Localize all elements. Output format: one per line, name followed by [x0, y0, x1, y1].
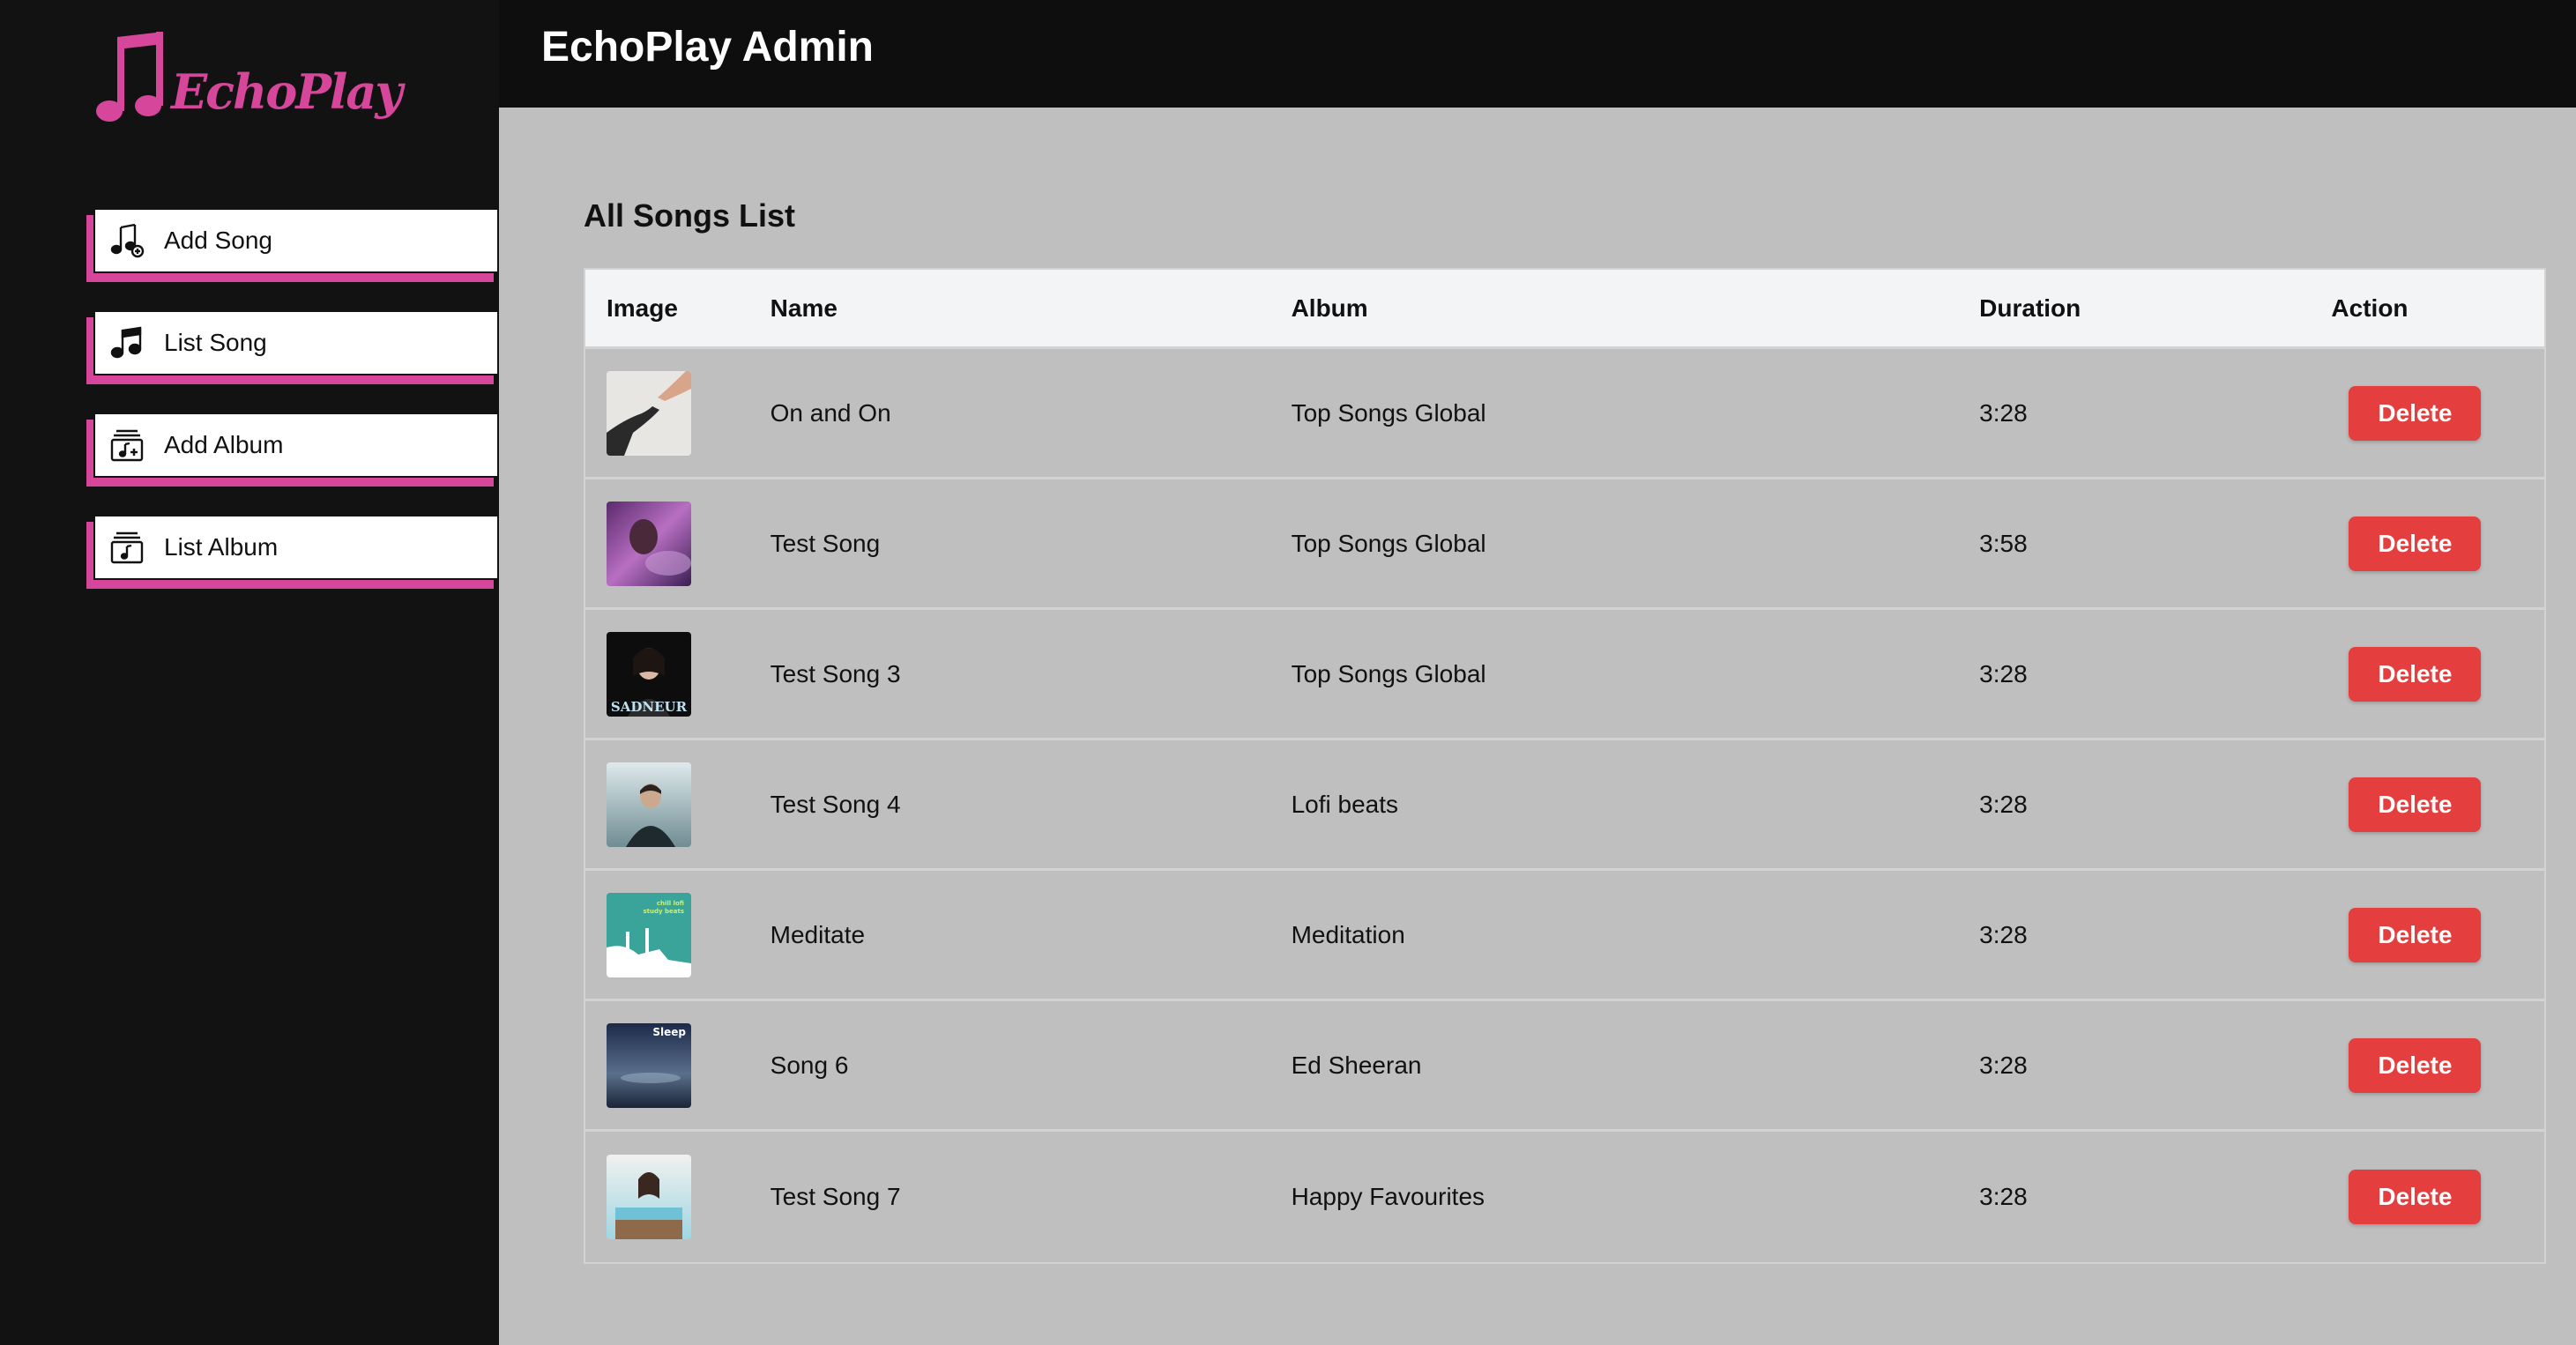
svg-text:study beats: study beats: [643, 908, 684, 915]
table-header: Image Name Album Duration Action: [585, 270, 2544, 349]
song-album: Ed Sheeran: [1291, 1051, 1422, 1079]
column-header-action: Action: [2331, 294, 2408, 322]
page-title: EchoPlay Admin: [541, 24, 874, 71]
song-thumbnail: [607, 501, 691, 586]
song-duration: 3:28: [1979, 920, 2028, 948]
delete-button[interactable]: Delete: [2349, 1170, 2482, 1224]
svg-text:SADNEUR: SADNEUR: [611, 699, 688, 715]
table-row: SADNEUR Test Song 3 Top Songs Global 3:2…: [585, 610, 2544, 740]
table-row: On and On Top Songs Global 3:28 Delete: [585, 349, 2544, 479]
sidebar-nav: Add Song List Song Add Album List Album: [86, 208, 499, 617]
sidebar-item-label: Add Album: [164, 431, 284, 458]
song-thumbnail: chill lofi study beats: [607, 892, 691, 977]
sidebar: EchoPlay Add Song List Song Add Album Li…: [0, 0, 499, 1345]
table-row: Test Song 7 Happy Favourites 3:28 Delete: [585, 1132, 2544, 1262]
logo-text: EchoPlay: [171, 63, 403, 120]
top-bar: EchoPlay Admin: [499, 0, 2576, 108]
sidebar-item-label: List Album: [164, 533, 279, 561]
table-row: Test Song 4 Lofi beats 3:28 Delete: [585, 740, 2544, 871]
song-duration: 3:28: [1979, 1183, 2028, 1210]
song-thumbnail: SADNEUR: [607, 631, 691, 717]
song-album: Happy Favourites: [1291, 1183, 1485, 1210]
music-note-icon: [108, 323, 146, 362]
delete-button[interactable]: Delete: [2349, 777, 2482, 832]
song-album: Top Songs Global: [1291, 529, 1486, 557]
svg-text:Sleep: Sleep: [652, 1026, 686, 1038]
sidebar-item-label: List Song: [164, 329, 267, 356]
song-duration: 3:28: [1979, 659, 2028, 687]
song-name: Test Song 4: [770, 790, 901, 818]
music-note-add-icon: [108, 221, 146, 260]
song-duration: 3:28: [1979, 790, 2028, 818]
sidebar-item-add-song[interactable]: Add Song: [86, 208, 499, 282]
delete-button[interactable]: Delete: [2349, 1037, 2482, 1093]
sidebar-item-list-album[interactable]: List Album: [86, 515, 499, 589]
table-row: chill lofi study beats Meditate Meditati…: [585, 871, 2544, 1001]
song-thumbnail: [607, 762, 691, 847]
table-row: Test Song Top Songs Global 3:58 Delete: [585, 479, 2544, 610]
song-album: Lofi beats: [1291, 790, 1398, 818]
song-album: Top Songs Global: [1291, 659, 1486, 687]
song-name: Test Song 3: [770, 659, 901, 687]
delete-button[interactable]: Delete: [2349, 907, 2482, 962]
song-thumbnail: Sleep: [607, 1022, 691, 1108]
song-name: Meditate: [770, 920, 866, 948]
delete-button[interactable]: Delete: [2349, 385, 2482, 441]
sidebar-item-add-album[interactable]: Add Album: [86, 412, 499, 487]
song-thumbnail: [607, 370, 691, 456]
column-header-duration: Duration: [1979, 294, 2081, 322]
column-header-name: Name: [770, 294, 838, 322]
album-list-icon: [108, 528, 146, 567]
column-header-image: Image: [607, 294, 678, 322]
song-thumbnail: [607, 1155, 691, 1239]
songs-table: Image Name Album Duration Action On and …: [584, 268, 2546, 1264]
song-name: Test Song 7: [770, 1183, 901, 1210]
logo[interactable]: EchoPlay: [90, 30, 403, 129]
delete-button[interactable]: Delete: [2349, 646, 2482, 702]
svg-text:chill lofi: chill lofi: [657, 900, 684, 907]
song-duration: 3:28: [1979, 398, 2028, 427]
song-duration: 3:58: [1979, 529, 2028, 557]
song-album: Top Songs Global: [1291, 398, 1486, 427]
song-name: Test Song: [770, 529, 881, 557]
section-title: All Songs List: [584, 197, 796, 234]
song-duration: 3:28: [1979, 1051, 2028, 1079]
music-note-logo-icon: [96, 32, 163, 122]
delete-button[interactable]: Delete: [2349, 516, 2482, 571]
song-name: On and On: [770, 398, 891, 427]
column-header-album: Album: [1291, 294, 1368, 322]
song-album: Meditation: [1291, 920, 1405, 948]
sidebar-item-list-song[interactable]: List Song: [86, 310, 499, 384]
song-name: Song 6: [770, 1051, 849, 1079]
sidebar-item-label: Add Song: [164, 227, 272, 254]
album-add-icon: [108, 426, 146, 464]
main-content: All Songs List Image Name Album Duration…: [499, 108, 2576, 1345]
table-row: Sleep Song 6 Ed Sheeran 3:28 Delete: [585, 1001, 2544, 1132]
